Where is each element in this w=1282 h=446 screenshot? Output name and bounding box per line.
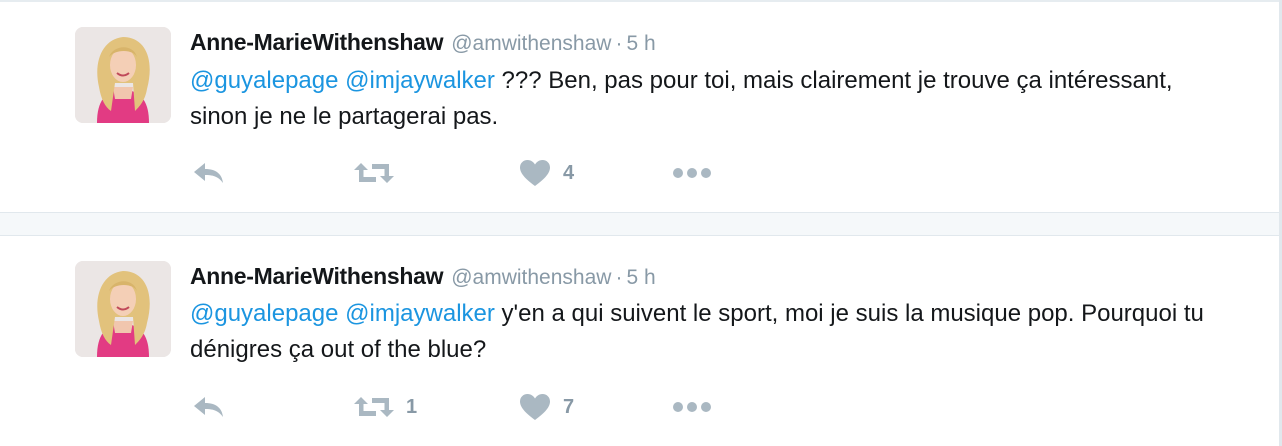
tweet-text: @guyalepage @imjaywalker ??? Ben, pas po… — [190, 63, 1230, 135]
mention-link[interactable]: @guyalepage — [190, 300, 338, 327]
retweet-icon — [354, 397, 394, 417]
heart-icon — [520, 160, 550, 186]
mention-link[interactable]: @imjaywalker — [345, 300, 495, 327]
heart-icon — [520, 394, 550, 420]
like-button[interactable]: 7 — [519, 392, 574, 422]
avatar-photo — [75, 261, 171, 357]
mention-link[interactable]: @guyalepage — [190, 67, 338, 94]
retweet-button[interactable]: 1 — [354, 392, 417, 422]
avatar[interactable] — [75, 261, 171, 357]
header-separator: · — [615, 32, 623, 55]
more-icon — [673, 168, 711, 178]
retweet-count: 1 — [406, 395, 418, 418]
avatar-photo — [75, 27, 171, 123]
avatar[interactable] — [75, 27, 171, 123]
retweet-button[interactable] — [354, 158, 406, 188]
more-button[interactable] — [672, 392, 712, 422]
reply-icon — [194, 163, 223, 183]
tweet-body: y'en a qui suivent le sport, moi je suis… — [190, 300, 1204, 363]
like-button[interactable]: 4 — [519, 158, 574, 188]
tweet-header: Anne-MarieWithenshaw @amwithenshaw · 5 h — [190, 29, 656, 55]
header-separator: · — [615, 266, 623, 289]
author-handle[interactable]: @amwithenshaw — [451, 32, 611, 55]
tweet-text: @guyalepage @imjaywalker y'en a qui suiv… — [190, 296, 1230, 368]
author-name[interactable]: Anne-MarieWithenshaw — [190, 29, 444, 55]
author-name[interactable]: Anne-MarieWithenshaw — [190, 263, 444, 289]
author-handle[interactable]: @amwithenshaw — [451, 266, 611, 289]
tweet-body: ??? Ben, pas pour toi, mais clairement j… — [190, 67, 1173, 130]
tweet-separator — [0, 212, 1279, 236]
mention-link[interactable]: @imjaywalker — [345, 67, 495, 94]
tweet[interactable]: Anne-MarieWithenshaw @amwithenshaw · 5 h @g… — [0, 236, 1279, 446]
tweet-timestamp[interactable]: 5 h — [626, 32, 655, 55]
more-button[interactable] — [672, 158, 712, 188]
more-icon — [673, 402, 711, 412]
tweet-timestamp[interactable]: 5 h — [626, 266, 655, 289]
reply-button[interactable] — [192, 392, 226, 422]
tweet[interactable]: Anne-MarieWithenshaw @amwithenshaw · 5 h @g… — [0, 0, 1279, 212]
retweet-icon — [354, 163, 394, 183]
like-count: 4 — [563, 161, 575, 184]
like-count: 7 — [563, 395, 575, 418]
reply-button[interactable] — [192, 158, 226, 188]
reply-icon — [194, 397, 223, 417]
tweet-header: Anne-MarieWithenshaw @amwithenshaw · 5 h — [190, 263, 656, 289]
